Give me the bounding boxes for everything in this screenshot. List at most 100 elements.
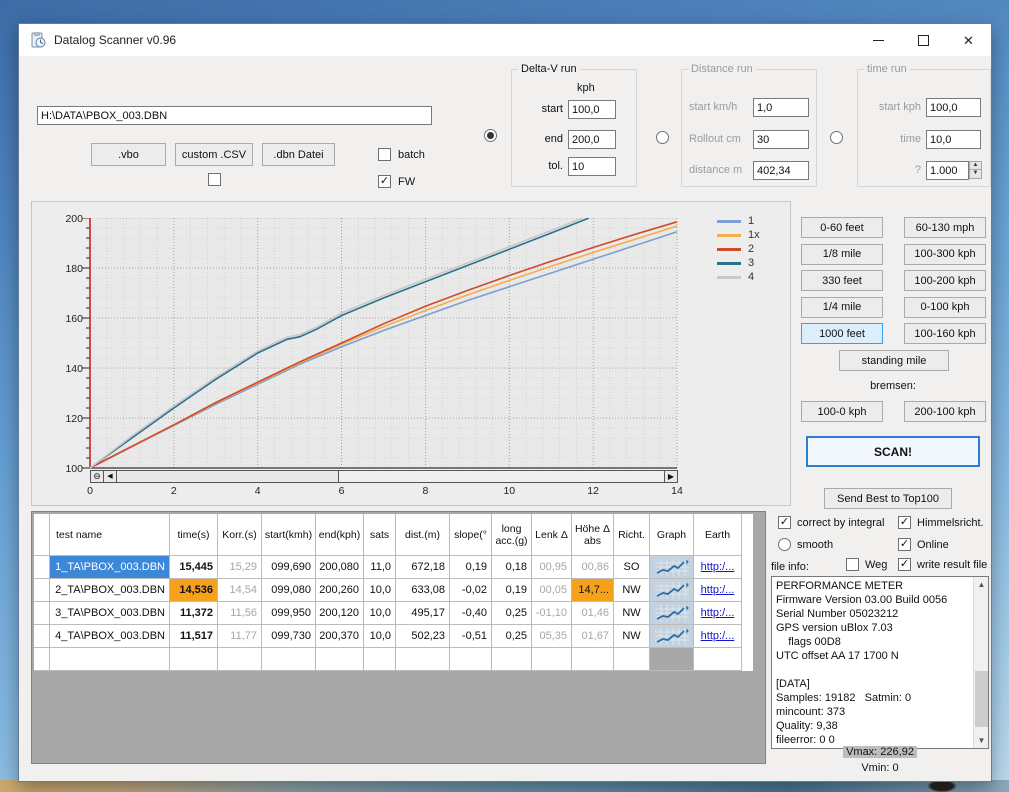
column-header-dist[interactable]: dist.(m) [396, 514, 450, 556]
chart-scrollbar[interactable]: ⊖ ◀ ▶ [90, 470, 678, 483]
scan-button[interactable]: SCAN! [806, 436, 980, 467]
row-header-cell[interactable] [34, 625, 50, 648]
spinner-down-icon[interactable]: ▼ [969, 170, 982, 179]
row-header-cell[interactable] [34, 579, 50, 602]
smooth-radio[interactable] [778, 538, 791, 551]
column-header-richt[interactable]: Richt. [614, 514, 650, 556]
measure-button-330-feet[interactable]: 330 feet [801, 270, 883, 291]
cell-korr: 15,29 [218, 556, 262, 579]
himmelsricht-checkbox[interactable] [898, 516, 911, 529]
column-header-rowheader[interactable] [34, 514, 50, 556]
weg-checkbox[interactable] [846, 558, 859, 571]
legend-swatch-1 [717, 220, 741, 223]
graph-cell[interactable] [650, 556, 694, 579]
brake-100-0-button[interactable]: 100-0 kph [801, 401, 883, 422]
fw-checkbox[interactable] [378, 175, 391, 188]
send-best-button[interactable]: Send Best to Top100 [824, 488, 952, 509]
cell-name[interactable]: 1_TA\PBOX_003.DBN [50, 556, 170, 579]
x-tick-label-2: 2 [159, 485, 189, 497]
measure-button-1-8-mile[interactable]: 1/8 mile [801, 244, 883, 265]
write-result-checkbox[interactable] [898, 558, 911, 571]
cell-korr: 11,77 [218, 625, 262, 648]
column-header-hoehe[interactable]: Höhe Δ abs [572, 514, 614, 556]
file-info-scroll-thumb[interactable] [975, 671, 988, 727]
distance-rollout-input[interactable] [753, 130, 809, 149]
column-header-long_acc[interactable]: long acc.(g) [492, 514, 532, 556]
custom-csv-button[interactable]: custom .CSV [175, 143, 253, 166]
chart-scrollbar-track[interactable] [339, 471, 664, 482]
graph-cell[interactable] [650, 579, 694, 602]
close-button[interactable]: ✕ [946, 24, 991, 56]
csv-option-checkbox[interactable] [208, 173, 221, 186]
column-header-earth[interactable]: Earth [694, 514, 742, 556]
dbn-datei-button[interactable]: .dbn Datei [262, 143, 335, 166]
scroll-up-icon[interactable]: ▲ [974, 577, 989, 592]
earth-link[interactable]: http:/... [701, 630, 735, 642]
cell-name[interactable]: 3_TA\PBOX_003.DBN [50, 602, 170, 625]
cell-name[interactable]: 4_TA\PBOX_003.DBN [50, 625, 170, 648]
column-header-korr[interactable]: Korr.(s) [218, 514, 262, 556]
cell-name[interactable]: 2_TA\PBOX_003.DBN [50, 579, 170, 602]
distance-run-radio[interactable] [656, 131, 669, 144]
brake-200-100-button[interactable]: 200-100 kph [904, 401, 986, 422]
correct-by-integral-checkbox[interactable] [778, 516, 791, 529]
graph-cell[interactable] [650, 625, 694, 648]
column-header-name[interactable]: test name [50, 514, 170, 556]
column-header-start[interactable]: start(kmh) [262, 514, 316, 556]
time-factor-input[interactable] [926, 161, 969, 180]
earth-link[interactable]: http:/... [701, 607, 735, 619]
time-startkph-input[interactable] [926, 98, 981, 117]
empty-cell [316, 648, 364, 671]
deltav-tol-input[interactable] [568, 157, 616, 176]
distance-startkmh-input[interactable] [753, 98, 809, 117]
column-header-lenk[interactable]: Lenk Δ [532, 514, 572, 556]
measure-button-100-300-kph[interactable]: 100-300 kph [904, 244, 986, 265]
time-startkph-label: start kph [863, 101, 921, 113]
spinner-up-icon[interactable]: ▲ [969, 161, 982, 170]
measure-button-1000-feet[interactable]: 1000 feet [801, 323, 883, 344]
column-header-sats[interactable]: sats [364, 514, 396, 556]
chart-scrollbar-thumb[interactable] [117, 471, 339, 482]
online-checkbox[interactable] [898, 538, 911, 551]
batch-checkbox[interactable] [378, 148, 391, 161]
deltav-end-input[interactable] [568, 130, 616, 149]
deltav-start-input[interactable] [568, 100, 616, 119]
vbo-button[interactable]: .vbo [91, 143, 166, 166]
column-header-end[interactable]: end(kph) [316, 514, 364, 556]
file-info-box[interactable]: PERFORMANCE METER Firmware Version 03.00… [771, 576, 989, 749]
file-info-scrollbar[interactable]: ▲ ▼ [973, 577, 988, 748]
scroll-right-icon[interactable]: ▶ [664, 471, 677, 482]
measure-button-60-130-mph[interactable]: 60-130 mph [904, 217, 986, 238]
x-tick-label-14: 14 [662, 485, 692, 497]
measure-button-0-60-feet[interactable]: 0-60 feet [801, 217, 883, 238]
time-factor-spinner[interactable]: ▲ ▼ [969, 161, 982, 180]
measure-button-1-4-mile[interactable]: 1/4 mile [801, 297, 883, 318]
zoom-out-icon[interactable]: ⊖ [91, 471, 104, 482]
standing-mile-button[interactable]: standing mile [839, 350, 949, 371]
row-header-cell[interactable] [34, 648, 50, 671]
time-run-radio[interactable] [830, 131, 843, 144]
column-header-slope[interactable]: slope(° [450, 514, 492, 556]
measure-button-100-160-kph[interactable]: 100-160 kph [904, 323, 986, 344]
scroll-left-icon[interactable]: ◀ [104, 471, 117, 482]
measure-button-0-100-kph[interactable]: 0-100 kph [904, 297, 986, 318]
measure-button-100-200-kph[interactable]: 100-200 kph [904, 270, 986, 291]
minimize-icon [873, 40, 884, 41]
graph-cell[interactable] [650, 602, 694, 625]
maximize-button[interactable] [901, 24, 946, 56]
row-header-cell[interactable] [34, 602, 50, 625]
minimize-button[interactable] [856, 24, 901, 56]
empty-cell [170, 648, 218, 671]
deltav-run-radio[interactable] [484, 129, 497, 142]
titlebar[interactable]: Datalog Scanner v0.96 [19, 24, 991, 56]
column-header-time[interactable]: time(s) [170, 514, 218, 556]
distance-distance-input[interactable] [753, 161, 809, 180]
file-path-input[interactable] [37, 106, 432, 125]
earth-link[interactable]: http:/... [701, 561, 735, 573]
x-tick-label-4: 4 [243, 485, 273, 497]
row-header-cell[interactable] [34, 556, 50, 579]
deltav-tol-label: tol. [517, 160, 563, 172]
time-time-input[interactable] [926, 130, 981, 149]
earth-link[interactable]: http:/... [701, 584, 735, 596]
column-header-graph[interactable]: Graph [650, 514, 694, 556]
